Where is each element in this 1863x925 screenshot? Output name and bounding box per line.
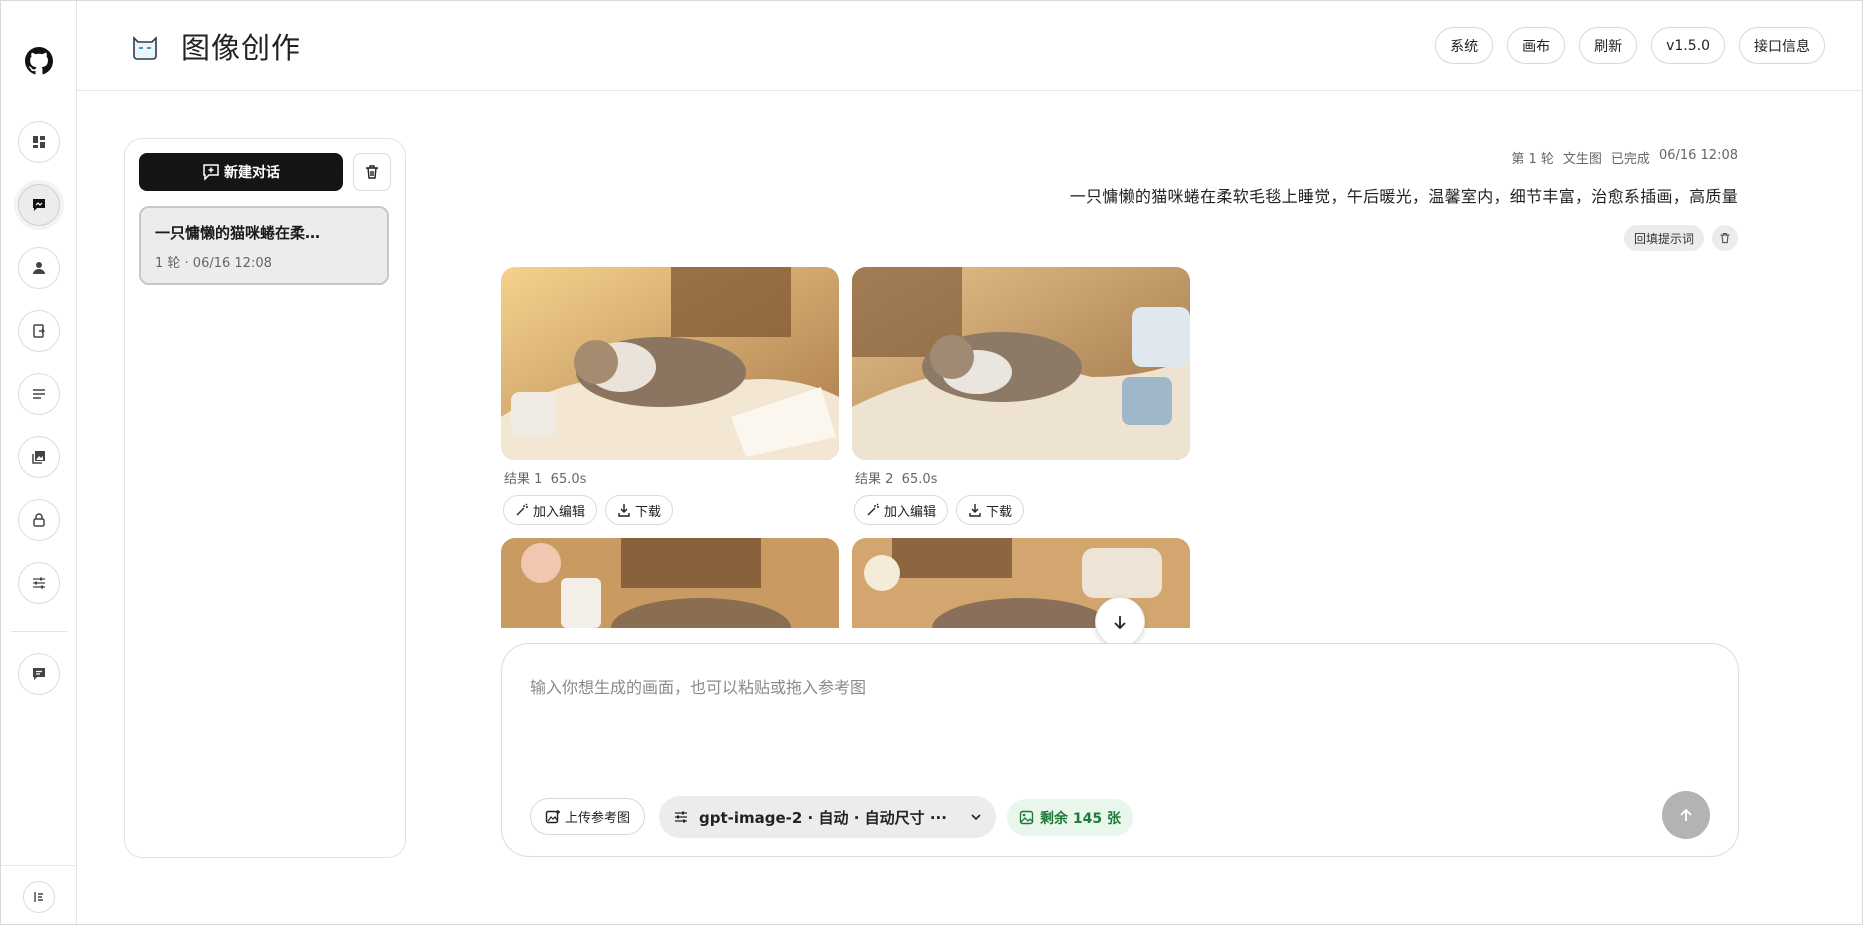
- quota-badge: 剩余 145 张: [1007, 799, 1133, 836]
- sidebar-item-settings[interactable]: [18, 562, 60, 604]
- refresh-button[interactable]: 刷新: [1579, 27, 1638, 64]
- add-to-edit-label: 加入编辑: [884, 504, 937, 520]
- result-duration: 65.0s: [901, 472, 938, 487]
- conversation-meta: 1 轮 · 06/16 12:08: [155, 256, 272, 271]
- conversation-title: 一只慵懒的猫咪蜷在柔…: [155, 224, 321, 242]
- sidebar-item-document[interactable]: [18, 310, 60, 352]
- arrow-down-icon: [1114, 616, 1126, 630]
- chat-icon: [33, 199, 45, 211]
- dashboard-icon: [33, 136, 45, 148]
- header-actions: 系统 画布 刷新 v1.5.0 接口信息: [1435, 27, 1825, 64]
- version-button[interactable]: v1.5.0: [1651, 27, 1725, 64]
- left-rail: [1, 1, 77, 924]
- result-image[interactable]: [501, 267, 839, 460]
- canvas-button[interactable]: 画布: [1507, 27, 1566, 64]
- result-image[interactable]: [852, 267, 1190, 460]
- new-chat-icon: [203, 164, 219, 181]
- result-card: 结果 2 65.0s 加入编辑 下载: [852, 267, 1190, 525]
- cat-logo-icon: [133, 36, 157, 60]
- image-icon: [1019, 810, 1034, 825]
- settings-sliders-icon: [33, 577, 45, 589]
- download-icon: [969, 504, 981, 517]
- result-actions: 加入编辑 下载: [852, 495, 1190, 525]
- scroll-to-bottom-button[interactable]: [1095, 597, 1145, 647]
- model-settings-select[interactable]: gpt-image-2 · 自动 · 自动尺寸 ···: [659, 796, 996, 838]
- page-title: 图像创作: [181, 31, 302, 65]
- rail-divider: [11, 631, 67, 632]
- add-to-edit-label: 加入编辑: [533, 504, 586, 520]
- sidebar-item-list[interactable]: [18, 373, 60, 415]
- chevron-down-icon: [971, 814, 981, 821]
- sidebar-item-image-creation[interactable]: [18, 184, 60, 226]
- sidebar-item-gallery[interactable]: [18, 436, 60, 478]
- result-label: 结果 1: [504, 472, 543, 487]
- trash-icon: [1720, 232, 1730, 244]
- top-header: 图像创作 系统 画布 刷新 v1.5.0 接口信息: [77, 1, 1863, 91]
- results-grid: 结果 1 65.0s 加入编辑 下载 结果 2 65.0s 加入编辑 下载: [501, 267, 1201, 628]
- turn-actions: 回填提示词: [1623, 225, 1738, 251]
- download-label: 下载: [986, 504, 1013, 520]
- sidebar-item-dashboard[interactable]: [18, 121, 60, 163]
- result-meta: 结果 2 65.0s: [852, 468, 1190, 487]
- message-icon: [33, 668, 45, 680]
- sidebar-item-user[interactable]: [18, 247, 60, 289]
- sidebar-item-messages[interactable]: [18, 653, 60, 695]
- turn-status: 已完成: [1610, 152, 1650, 167]
- new-chat-button[interactable]: 新建对话: [139, 153, 343, 191]
- user-icon: [33, 262, 45, 274]
- download-label: 下载: [635, 504, 662, 520]
- list-icon: [33, 389, 45, 399]
- app-window: 图像创作 系统 画布 刷新 v1.5.0 接口信息 新建对话 一只慵懒的猫咪蜷在…: [0, 0, 1863, 925]
- download-button[interactable]: 下载: [605, 495, 674, 525]
- github-icon[interactable]: [25, 47, 53, 75]
- document-icon: [33, 324, 45, 338]
- turn-meta: 第 1 轮 文生图 已完成 06/16 12:08: [1511, 148, 1738, 167]
- conversation-item[interactable]: 一只慵懒的猫咪蜷在柔… 1 轮 · 06/16 12:08: [139, 206, 389, 285]
- api-info-button[interactable]: 接口信息: [1739, 27, 1825, 64]
- download-button[interactable]: 下载: [956, 495, 1025, 525]
- add-to-edit-button[interactable]: 加入编辑: [503, 495, 598, 525]
- arrow-up-icon: [1680, 808, 1692, 821]
- conversation-panel: 新建对话 一只慵懒的猫咪蜷在柔… 1 轮 · 06/16 12:08: [124, 138, 406, 858]
- magic-wand-icon: [867, 503, 879, 516]
- magic-wand-icon: [516, 503, 528, 516]
- sidebar-item-lock[interactable]: [18, 499, 60, 541]
- image-upload-icon: [545, 809, 560, 823]
- turn-prompt: 一只慵懒的猫咪蜷在柔软毛毯上睡觉，午后暖光，温馨室内，细节丰富，治愈系插画，高质…: [1069, 187, 1738, 206]
- result-actions: 加入编辑 下载: [501, 495, 839, 525]
- add-to-edit-button[interactable]: 加入编辑: [854, 495, 949, 525]
- result-card: [501, 538, 839, 628]
- composer: 上传参考图 gpt-image-2 · 自动 · 自动尺寸 ··· 剩余 145…: [501, 643, 1739, 857]
- settings-sliders-icon: [675, 811, 687, 823]
- send-button[interactable]: [1662, 791, 1710, 839]
- upload-reference-button[interactable]: 上传参考图: [530, 798, 646, 835]
- system-button[interactable]: 系统: [1435, 27, 1494, 64]
- delete-conversations-button[interactable]: [353, 153, 391, 191]
- turn-round: 第 1 轮: [1511, 152, 1554, 167]
- download-icon: [618, 504, 630, 517]
- quota-label: 剩余 145 张: [1040, 810, 1121, 827]
- trash-icon: [366, 165, 378, 179]
- upload-reference-label: 上传参考图: [565, 811, 631, 826]
- result-meta: 结果 1 65.0s: [501, 468, 839, 487]
- new-chat-label: 新建对话: [224, 165, 280, 181]
- gallery-icon: [32, 451, 45, 464]
- result-image[interactable]: [501, 538, 839, 628]
- model-settings-label: gpt-image-2 · 自动 · 自动尺寸 ···: [699, 808, 947, 827]
- result-label: 结果 2: [855, 472, 894, 487]
- refill-prompt-button[interactable]: 回填提示词: [1623, 225, 1704, 251]
- rail-bottom-divider: [1, 865, 76, 866]
- collapse-sidebar-button[interactable]: [23, 881, 55, 913]
- prompt-input[interactable]: [530, 674, 1690, 764]
- result-card: 结果 1 65.0s 加入编辑 下载: [501, 267, 839, 525]
- result-duration: 65.0s: [550, 472, 587, 487]
- lock-icon: [33, 513, 45, 527]
- collapse-icon: [34, 892, 43, 902]
- turn-mode: 文生图: [1562, 152, 1602, 167]
- delete-turn-button[interactable]: [1712, 225, 1738, 251]
- turn-time: 06/16 12:08: [1658, 148, 1738, 163]
